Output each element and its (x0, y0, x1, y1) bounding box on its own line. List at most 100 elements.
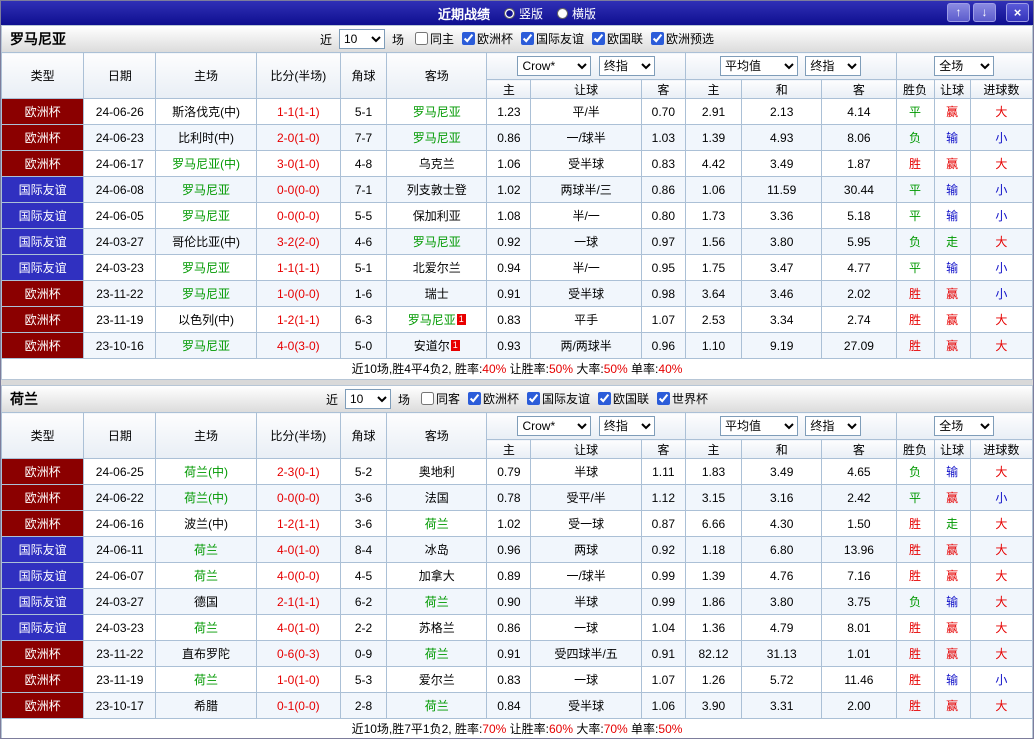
asian-away-odds-cell: 0.99 (640, 588, 686, 615)
date-cell: 24-06-25 (83, 458, 157, 485)
team-label: 北爱尔兰 (412, 261, 461, 275)
filter-checkbox[interactable] (651, 32, 665, 45)
date-cell: 24-06-05 (83, 202, 157, 229)
goals-result-cell: 大 (969, 588, 1033, 615)
close-icon[interactable]: × (1006, 3, 1029, 22)
match-row: 欧洲杯 23-11-22 直布罗陀 0-6(0-3) 0-9 荷兰 0.91 受四球半/五 0.… (1, 640, 1033, 667)
scope-select[interactable]: 全场 (934, 416, 995, 436)
filter-checkbox[interactable] (527, 392, 540, 405)
filter-checkbox[interactable] (598, 392, 612, 405)
handicap-cell: 两球 (530, 536, 642, 563)
league-cell: 欧洲杯 (1, 150, 85, 177)
league-cell: 欧洲杯 (1, 332, 85, 359)
score-cell: 1-2(1-1) (255, 306, 341, 333)
summary-line: 近10场,胜4平4负2, 胜率:40% 让胜率:50% 大率:50% 单率:40… (1, 359, 1033, 380)
asian-away-odds-cell: 1.03 (640, 124, 686, 151)
filter-checkbox[interactable] (461, 32, 475, 45)
euro-home-odds-cell: 1.06 (684, 176, 743, 203)
average-odds-select[interactable]: 平均值 (720, 416, 799, 436)
bookmaker-select[interactable]: Crow* (517, 416, 592, 436)
odds-stage-select[interactable]: 终指 (598, 56, 655, 76)
filter-欧国联[interactable]: 欧国联 (592, 30, 643, 47)
filter-欧国联[interactable]: 欧国联 (598, 390, 649, 407)
away-team-cell: 加拿大 (386, 562, 488, 589)
handicap-cell: 两/两球半 (530, 332, 642, 359)
filter-checkbox[interactable] (592, 32, 606, 45)
filter-checkbox[interactable] (467, 392, 481, 405)
asian-home-odds-cell: 1.06 (486, 150, 532, 177)
filter-label: 欧国联 (607, 32, 644, 46)
match-row: 欧洲杯 24-06-23 比利时(中) 2-0(1-0) 7-7 罗马尼亚 0.86 一/球半… (1, 124, 1033, 151)
filter-国际友谊[interactable]: 国际友谊 (521, 30, 584, 47)
odds-stage-select-2[interactable]: 终指 (805, 56, 862, 76)
match-count-select[interactable]: 10 (344, 389, 391, 409)
move-up-icon[interactable]: ↑ (947, 3, 970, 22)
team-name: 罗马尼亚 (10, 31, 66, 47)
team-label: 爱尔兰 (418, 673, 455, 687)
handicap-result-cell: 赢 (933, 562, 971, 589)
date-cell: 24-06-26 (83, 98, 157, 125)
filter-checkbox[interactable] (420, 392, 434, 405)
bookmaker-select[interactable]: Crow* (517, 56, 592, 76)
col-header-result: 胜负 (895, 79, 935, 99)
match-count-select[interactable]: 10 (338, 29, 385, 49)
result-cell: 胜 (895, 280, 935, 307)
filter-同主[interactable]: 同主 (414, 30, 454, 47)
summary-segment: 胜率: (454, 722, 483, 736)
away-team-cell: 瑞士 (386, 280, 488, 307)
goals-result-cell: 大 (969, 510, 1033, 537)
move-down-icon[interactable]: ↓ (973, 3, 996, 22)
filter-欧洲杯[interactable]: 欧洲杯 (467, 390, 519, 407)
filter-checkbox[interactable] (521, 32, 534, 45)
euro-home-odds-cell: 1.75 (684, 254, 743, 281)
corner-cell: 5-0 (339, 332, 388, 359)
matches-label: 场 (397, 392, 410, 407)
layout-radio-horizontal[interactable]: 横版 (557, 5, 596, 22)
filter-欧洲预选[interactable]: 欧洲预选 (651, 30, 714, 47)
euro-away-odds-cell: 4.65 (821, 458, 897, 485)
average-odds-select[interactable]: 平均值 (720, 56, 799, 76)
odds-stage-select[interactable]: 终指 (598, 416, 655, 436)
corner-cell: 4-5 (339, 562, 388, 589)
goals-result-cell: 小 (969, 280, 1033, 307)
scope-select[interactable]: 全场 (934, 56, 995, 76)
col-header-result: 胜负 (895, 439, 935, 459)
team-label: 哥伦比亚(中) (172, 235, 241, 249)
result-cell: 平 (895, 254, 935, 281)
filter-欧洲杯[interactable]: 欧洲杯 (461, 30, 513, 47)
filter-世界杯[interactable]: 世界杯 (657, 390, 708, 407)
home-team-cell: 哥伦比亚(中) (155, 228, 257, 255)
euro-home-odds-cell: 1.36 (684, 614, 743, 641)
filter-checkbox[interactable] (657, 392, 671, 405)
euro-odds-group: 平均值 终指 (684, 412, 897, 440)
filter-同客[interactable]: 同客 (420, 390, 460, 407)
horizontal-radio-input[interactable] (557, 7, 568, 19)
section-control-bar: 罗马尼亚 近 10 场 同主 欧洲杯 国际友谊 欧国联 欧洲预选 (1, 25, 1033, 52)
handicap-cell: 半球 (530, 588, 642, 615)
layout-radio-vertical[interactable]: 竖版 (503, 5, 543, 22)
odds-stage-select-2[interactable]: 终指 (805, 416, 862, 436)
filter-checkbox[interactable] (414, 32, 428, 45)
handicap-result-cell: 赢 (933, 332, 971, 359)
team-label: 加拿大 (418, 569, 455, 583)
score-cell: 3-0(1-0) (255, 150, 341, 177)
league-cell: 欧洲杯 (1, 306, 85, 333)
home-team-cell: 波兰(中) (155, 510, 257, 537)
away-team-cell: 乌克兰 (386, 150, 488, 177)
match-row: 欧洲杯 24-06-16 波兰(中) 1-2(1-1) 3-6 荷兰 1.02 受一球 0.87… (1, 510, 1033, 537)
euro-away-odds-cell: 3.75 (821, 588, 897, 615)
home-team-cell: 以色列(中) (155, 306, 257, 333)
red-card-badge: 1 (456, 314, 466, 325)
match-row: 欧洲杯 23-10-17 希腊 0-1(0-0) 2-8 荷兰 0.84 受半球 1.06 3.9… (1, 692, 1033, 719)
home-team-cell: 罗马尼亚 (155, 202, 257, 229)
filter-国际友谊[interactable]: 国际友谊 (527, 390, 590, 407)
handicap-result-cell: 输 (933, 666, 971, 693)
vertical-radio-input[interactable] (503, 7, 515, 19)
goals-result-cell: 小 (969, 254, 1033, 281)
window-title: 近期战绩 (437, 6, 490, 22)
goals-result-cell: 大 (969, 98, 1033, 125)
euro-home-odds-cell: 1.83 (684, 458, 743, 485)
date-cell: 24-03-23 (83, 254, 157, 281)
away-team-cell: 冰岛 (386, 536, 488, 563)
filter-label: 世界杯 (672, 392, 709, 406)
